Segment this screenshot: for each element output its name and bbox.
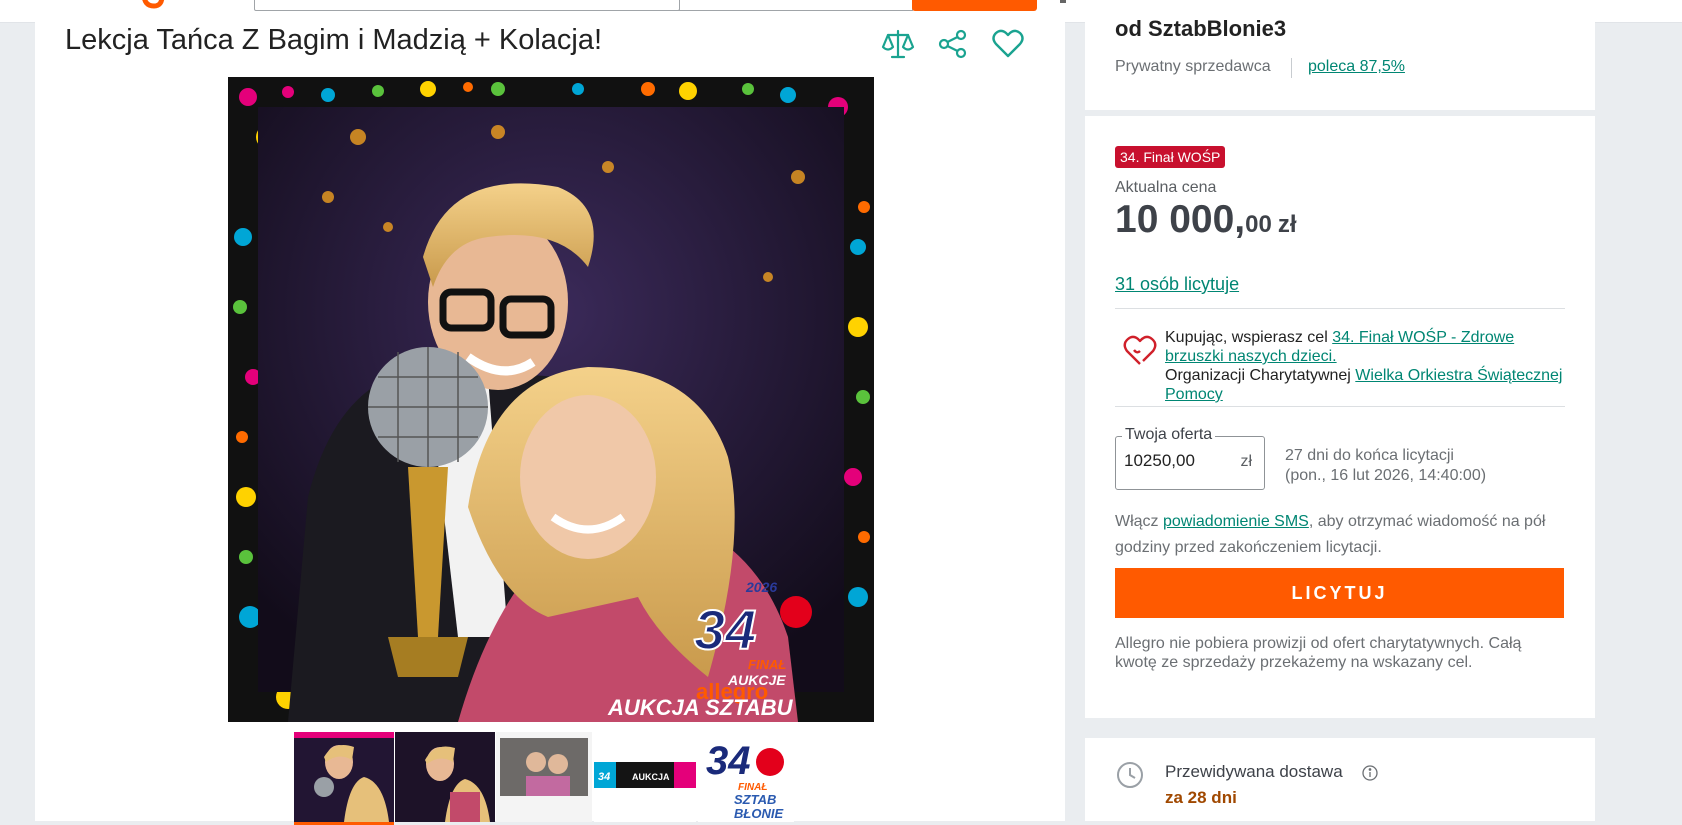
auction-deadline: 27 dni do końca licytacji (pon., 16 lut …	[1285, 446, 1486, 486]
product-main-image[interactable]: 2026 34 FINAŁ AUKCJE allegro AUKCJA SZTA…	[228, 77, 874, 722]
thumbnail-4[interactable]: 34 AUKCJA	[594, 732, 696, 822]
share-button[interactable]	[935, 26, 971, 62]
bidders-link[interactable]: 31 osób licytuje	[1115, 274, 1239, 295]
seller-separator	[1291, 58, 1292, 78]
svg-text:BŁONIE: BŁONIE	[734, 806, 783, 821]
charity-org-prefix: Organizacji Charytatywnej	[1165, 367, 1356, 384]
photo-banner: AUKCJA SZTABU	[607, 695, 794, 720]
search-button[interactable]	[912, 0, 1037, 11]
thumbnail-5[interactable]: 34 FINAŁ SZTAB BŁONIE	[698, 732, 794, 822]
current-price: 10 000,00 zł	[1115, 198, 1297, 242]
seller-type: Prywatny sprzedawca	[1115, 58, 1271, 75]
svg-text:34: 34	[598, 771, 610, 783]
offer-card: 34. Finał WOŚP Aktualna cena 10 000,00 zł…	[1085, 116, 1595, 718]
info-icon[interactable]	[1362, 765, 1378, 781]
heart-icon	[992, 29, 1024, 58]
delivery-label: Przewidywana dostawa	[1165, 762, 1343, 781]
svg-text:34: 34	[706, 739, 751, 783]
svg-text:FINAŁ: FINAŁ	[748, 657, 786, 672]
charity-prefix: Kupując, wspierasz cel	[1165, 329, 1333, 346]
wosp-badge: 34. Finał WOŚP	[1115, 146, 1226, 168]
product-main-panel: Lekcja Tańca Z Bagim i Madzią + Kolacja!	[35, 22, 1065, 825]
watch-button[interactable]	[990, 26, 1026, 62]
clock-icon	[1117, 762, 1143, 788]
price-main: 10 000,	[1115, 198, 1246, 241]
thumbnail-3[interactable]	[496, 732, 592, 822]
current-price-label: Aktualna cena	[1115, 179, 1217, 196]
price-decimals: 00	[1245, 211, 1272, 238]
delivery-value: za 28 dni	[1165, 788, 1237, 807]
price-currency: zł	[1277, 211, 1297, 238]
sms-notification-link[interactable]: powiadomienie SMS	[1163, 513, 1309, 530]
compare-button[interactable]	[880, 26, 916, 62]
svg-text:SZTAB: SZTAB	[734, 792, 776, 807]
svg-text:AUKCJA: AUKCJA	[632, 772, 670, 782]
deadline-date: (pon., 16 lut 2026, 14:40:00)	[1285, 467, 1487, 484]
thumbnail-1[interactable]	[294, 732, 394, 825]
divider	[1115, 308, 1565, 309]
sms-notification-text: Włącz powiadomienie SMS, aby otrzymać wi…	[1115, 509, 1565, 561]
compare-icon	[881, 29, 915, 59]
your-offer-label: Twoja oferta	[1122, 426, 1216, 444]
bid-button[interactable]: LICYTUJ	[1115, 568, 1564, 618]
svg-text:2026: 2026	[745, 579, 777, 595]
share-icon	[938, 29, 967, 59]
seller-name[interactable]: od SztabBlonie3	[1115, 16, 1286, 42]
sms-prefix: Włącz	[1115, 513, 1163, 530]
search-input[interactable]	[254, 0, 680, 11]
seller-card: od SztabBlonie3 Prywatny sprzedawca pole…	[1085, 0, 1595, 110]
divider	[1115, 406, 1565, 407]
charity-heart-icon	[1123, 335, 1157, 365]
seller-recommend-link[interactable]: poleca 87,5%	[1308, 58, 1405, 76]
allegro-logo-fragment[interactable]	[140, 0, 168, 14]
product-title: Lekcja Tańca Z Bagim i Madzią + Kolacja!	[65, 24, 603, 56]
deadline-days: 27 dni do końca licytacji	[1285, 447, 1454, 464]
delivery-card: Przewidywana dostawa za 28 dni	[1085, 738, 1595, 821]
your-offer-currency: zł	[1240, 453, 1252, 470]
search-category-select[interactable]	[678, 0, 913, 11]
charity-info: Kupując, wspierasz cel 34. Finał WOŚP - …	[1115, 324, 1565, 414]
fee-note: Allegro nie pobiera prowizji od ofert ch…	[1115, 635, 1522, 671]
charity-text: Kupując, wspierasz cel 34. Finał WOŚP - …	[1165, 328, 1565, 404]
your-offer-input[interactable]	[1124, 451, 1224, 471]
thumbnail-2[interactable]	[395, 732, 495, 822]
your-offer-field: Twoja oferta zł	[1115, 426, 1265, 490]
svg-text:34: 34	[694, 598, 756, 661]
